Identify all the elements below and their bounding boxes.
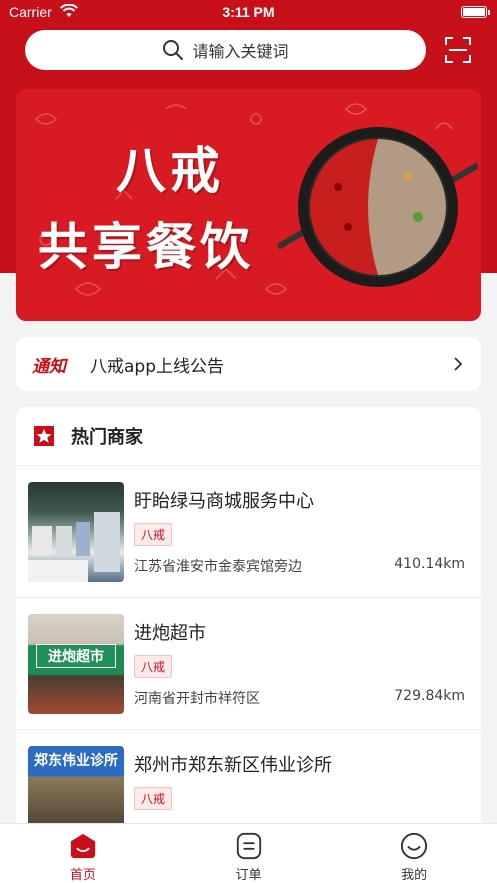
tab-label: 我的 (401, 868, 428, 883)
shop-item[interactable]: 盱眙绿马商城服务中心 八戒 江苏省淮安市金泰宾馆旁边 410.14km (16, 466, 481, 598)
tab-orders[interactable]: 订单 (166, 824, 332, 883)
shop-address: 江苏省淮安市金泰宾馆旁边 (134, 559, 302, 575)
tab-profile[interactable]: 我的 (331, 824, 497, 883)
home-icon (70, 833, 95, 859)
star-badge-icon (34, 426, 54, 446)
shop-distance: 410.14km (394, 556, 465, 572)
shop-address: 河南省开封市祥符区 (134, 691, 260, 707)
status-bar: Carrier 3:11 PM (0, 0, 497, 26)
shop-badge: 八戒 (134, 655, 173, 678)
bottom-tab-bar: 首页 订单 我的 (0, 823, 497, 883)
section-title: 热门商家 (71, 427, 143, 448)
hot-shops-header: 热门商家 (16, 407, 481, 466)
shop-image: 进炮超市 (28, 614, 124, 714)
scan-icon[interactable] (445, 37, 471, 63)
notice-bar[interactable]: 通知 八戒app上线公告 (16, 337, 481, 391)
battery-icon (461, 6, 490, 18)
banner-title: 八戒 (116, 142, 224, 200)
shop-distance: 729.84km (394, 688, 465, 704)
tab-home[interactable]: 首页 (0, 824, 166, 883)
hot-shops-section: 热门商家 盱眙绿马商城服务中心 八戒 江苏省淮安市金泰宾馆旁边 410.14km… (16, 407, 481, 883)
promo-banner[interactable]: 八戒 共享餐饮 (16, 89, 481, 321)
shop-image (28, 482, 124, 582)
banner-subtitle: 共享餐饮 (38, 218, 254, 276)
notice-tag: 通知 (32, 356, 66, 377)
search-placeholder: 请输入关键词 (192, 42, 289, 61)
shop-name: 盱眙绿马商城服务中心 (134, 491, 314, 512)
shop-image-sign: 进炮超市 (36, 644, 116, 668)
shop-name: 进炮超市 (134, 623, 206, 644)
chevron-right-icon (454, 357, 463, 371)
hotpot-illustration (278, 127, 478, 287)
shop-badge: 八戒 (134, 523, 173, 546)
profile-icon (401, 832, 428, 860)
tab-label: 首页 (69, 868, 96, 883)
shop-badge: 八戒 (134, 787, 173, 810)
search-icon (163, 40, 184, 60)
order-icon (236, 832, 261, 860)
search-input[interactable]: 请输入关键词 (25, 30, 426, 70)
shop-item[interactable]: 进炮超市 进炮超市 八戒 河南省开封市祥符区 729.84km (16, 598, 481, 730)
shop-image-sign: 郑东伟业诊所 (34, 753, 118, 769)
clock: 3:11 PM (222, 4, 275, 20)
shop-name: 郑州市郑东新区伟业诊所 (134, 755, 332, 776)
notice-text: 八戒app上线公告 (90, 356, 224, 377)
tab-label: 订单 (235, 868, 262, 883)
